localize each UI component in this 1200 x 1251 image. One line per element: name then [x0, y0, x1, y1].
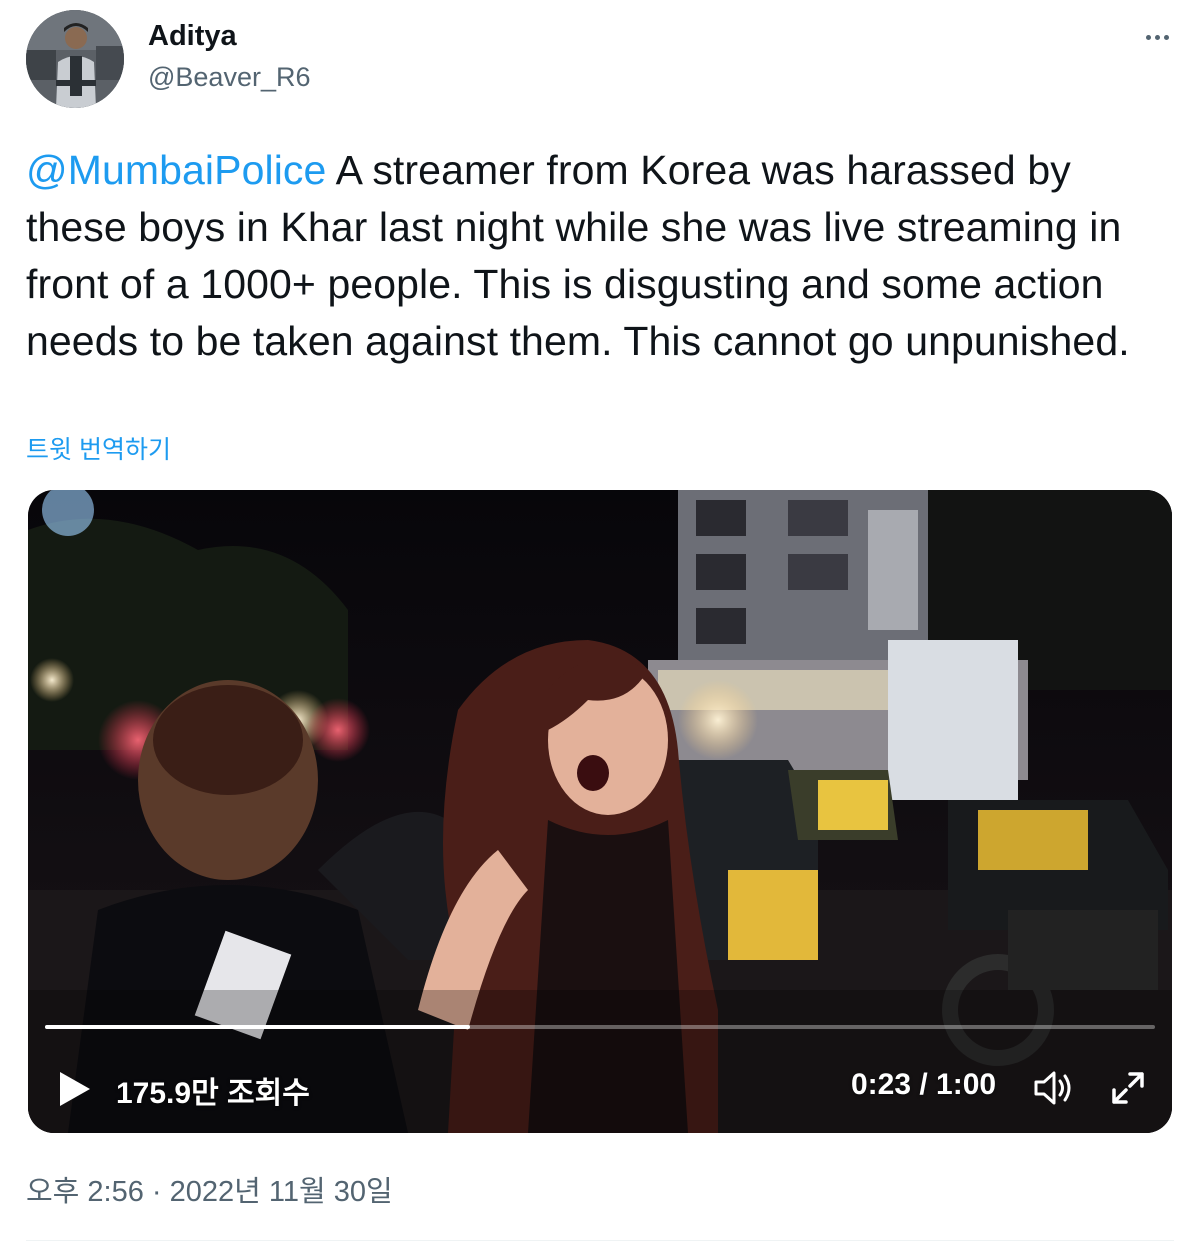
video-player[interactable]: 175.9만 조회수 0:23 / 1:00 — [28, 490, 1172, 1133]
translate-tweet-link[interactable]: 트윗 번역하기 — [26, 430, 171, 466]
author-avatar[interactable] — [26, 10, 124, 108]
video-progress-bar[interactable] — [45, 1025, 1155, 1029]
video-time: 0:23 / 1:00 — [851, 1068, 997, 1101]
tweet-text: @MumbaiPolice A streamer from Korea was … — [26, 142, 1176, 370]
view-count: 175.9만 조회수 — [116, 1077, 310, 1110]
play-icon[interactable] — [58, 1070, 92, 1108]
more-options-icon[interactable] — [1140, 20, 1174, 54]
volume-icon[interactable] — [1032, 1068, 1076, 1108]
video-progress-fill — [45, 1025, 471, 1029]
author-display-name[interactable]: Aditya — [148, 20, 237, 53]
fullscreen-expand-icon[interactable] — [1108, 1068, 1148, 1108]
author-handle[interactable]: @Beaver_R6 — [148, 62, 311, 93]
divider — [26, 1240, 1174, 1241]
video-frame — [28, 490, 1172, 1133]
tweet-timestamp[interactable]: 오후 2:56 · 2022년 11월 30일 — [26, 1168, 393, 1210]
mention-link[interactable]: @MumbaiPolice — [26, 147, 326, 193]
